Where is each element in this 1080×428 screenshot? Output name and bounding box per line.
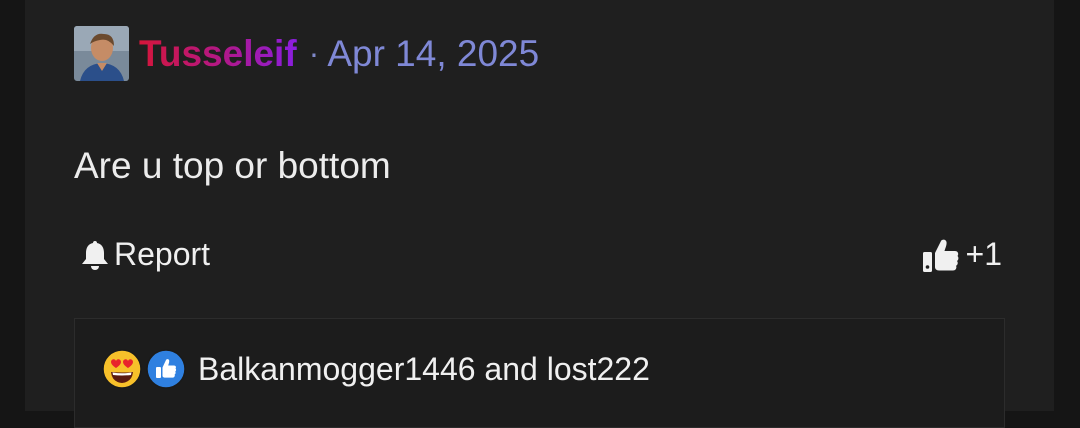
user-avatar[interactable]	[74, 26, 129, 81]
report-button[interactable]: Report	[80, 236, 210, 273]
reaction-summary[interactable]: Balkanmogger1446 and lost222	[102, 349, 650, 389]
like-button[interactable]: +1	[922, 236, 1002, 273]
bell-icon	[82, 240, 108, 270]
thumbs-up-icon	[922, 239, 958, 272]
post-date[interactable]: Apr 14, 2025	[327, 26, 539, 81]
reactors-text[interactable]: Balkanmogger1446 and lost222	[198, 351, 650, 388]
like-count: +1	[965, 236, 1002, 272]
post-card: Tusseleif · Apr 14, 2025 Are u top or bo…	[25, 0, 1054, 428]
header-separator: ·	[308, 35, 320, 71]
author-username[interactable]: Tusseleif	[139, 26, 297, 81]
report-label: Report	[114, 236, 211, 272]
post-header: Tusseleif · Apr 14, 2025	[74, 26, 539, 81]
thumbs-up-reaction-icon	[146, 349, 186, 389]
reactions-bar: Balkanmogger1446 and lost222	[74, 318, 1005, 428]
post-content: Are u top or bottom	[74, 145, 391, 186]
heart-eyes-emoji-icon	[102, 349, 142, 389]
